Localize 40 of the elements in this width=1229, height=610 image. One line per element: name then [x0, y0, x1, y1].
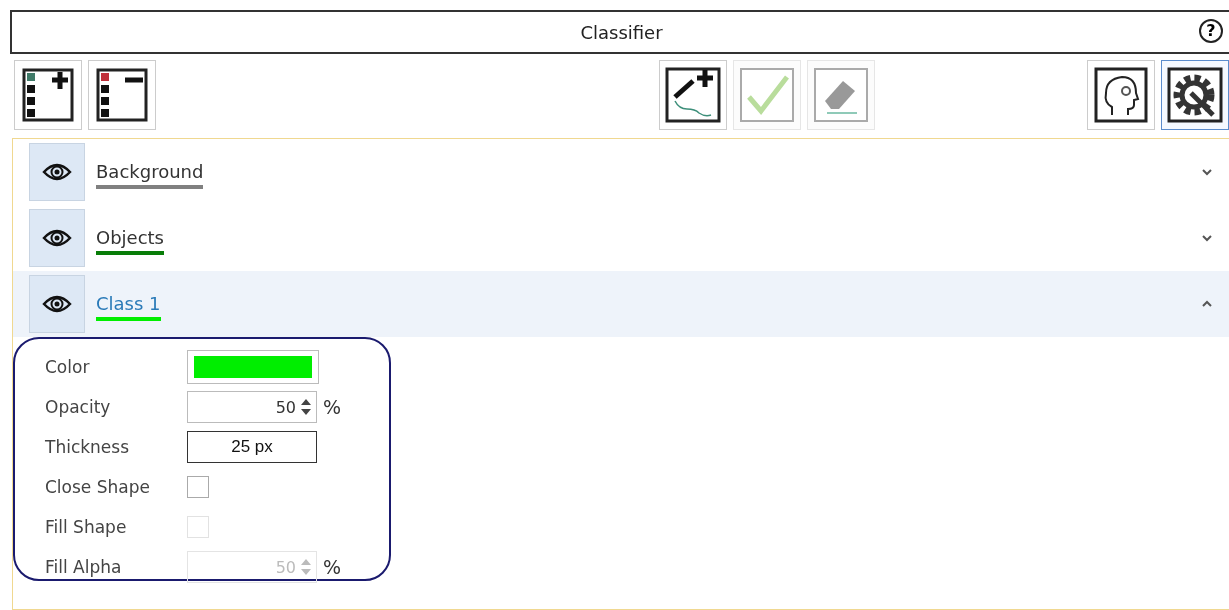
chevron-down-icon[interactable] [1201, 234, 1213, 242]
number-spinner[interactable]: 50 [187, 391, 317, 423]
class-name: Background [96, 161, 204, 182]
toolbar-button[interactable] [88, 60, 156, 130]
eye-icon [42, 228, 72, 248]
setting-label: Fill Alpha [45, 557, 123, 577]
help-button[interactable]: ? [1199, 19, 1223, 43]
class-row[interactable]: Objects [13, 205, 1229, 271]
toolbar-button[interactable] [1161, 60, 1229, 130]
toolbar-button[interactable] [658, 60, 727, 130]
setting-label: Opacity [45, 397, 112, 417]
color-picker[interactable] [187, 350, 319, 384]
visibility-button[interactable] [29, 275, 85, 333]
eraser-icon [812, 67, 869, 123]
chevron-up-icon[interactable] [1201, 300, 1213, 308]
settings-icon [1167, 67, 1223, 123]
setting-label: Fill Shape [45, 517, 128, 537]
eye-icon [42, 294, 72, 314]
toolbar-button[interactable] [1087, 60, 1155, 130]
setting-label: Color [45, 357, 91, 377]
visibility-button[interactable] [29, 209, 85, 267]
class-name: Objects [96, 227, 164, 248]
class-row[interactable]: Class 1 [13, 271, 1229, 337]
chevron-down-icon[interactable] [1201, 168, 1213, 176]
class-row[interactable]: Background [13, 139, 1229, 205]
setting-label: Thickness [45, 437, 131, 457]
unit-label: % [323, 556, 342, 578]
eye-icon [42, 162, 72, 182]
text-field[interactable]: 25 px [187, 431, 317, 463]
checkmark-icon [738, 67, 795, 123]
toolbar-button[interactable] [14, 60, 82, 130]
add-list-icon [22, 68, 74, 122]
class-name: Class 1 [96, 293, 161, 314]
unit-label: % [323, 396, 342, 418]
visibility-button[interactable] [29, 143, 85, 201]
window-title: Classifier [580, 21, 663, 43]
checkbox[interactable] [187, 476, 209, 498]
remove-list-icon [96, 68, 148, 122]
setting-label: Close Shape [45, 477, 151, 497]
pen-plus-icon [664, 67, 721, 123]
